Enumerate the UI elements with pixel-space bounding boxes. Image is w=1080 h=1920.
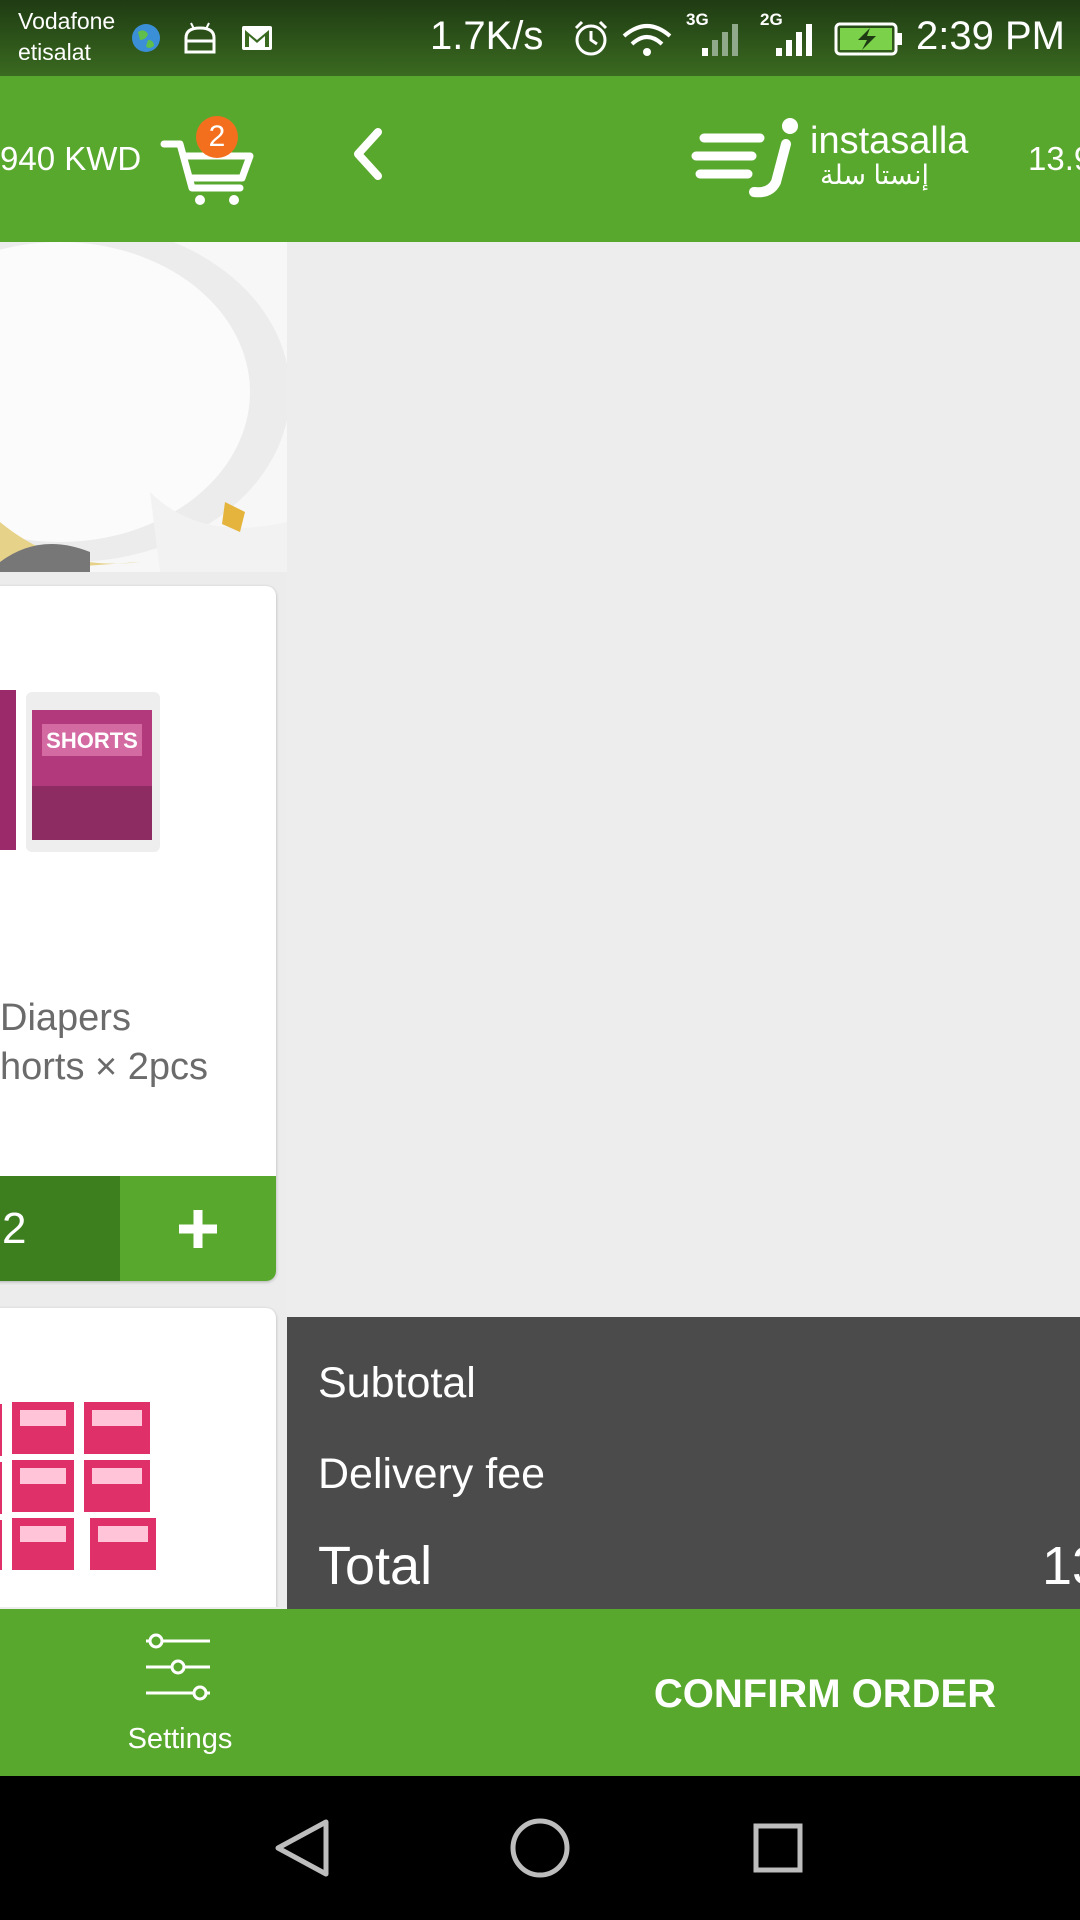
total-label: Total	[318, 1536, 433, 1596]
settings-button[interactable]: Settings	[100, 1631, 260, 1761]
product-list[interactable]: SHORTS Diapers horts × 2pcs 2	[0, 242, 287, 1607]
product-image-milk[interactable]	[0, 242, 287, 572]
logo-mark-icon	[691, 118, 798, 198]
android-icon	[184, 22, 216, 54]
product-name-line-1: Diapers	[0, 997, 131, 1039]
cart-total-right: 13.9	[1028, 140, 1080, 177]
product-image-shorts: SHORTS	[0, 690, 160, 852]
back-triangle-icon	[275, 1819, 329, 1877]
clock: 2:39 PM	[916, 14, 1065, 58]
nav-recents-button[interactable]	[742, 1812, 814, 1884]
nav-back-button[interactable]	[266, 1812, 338, 1884]
signal-icon	[702, 24, 738, 56]
product-card[interactable]: SHORTS Diapers horts × 2pcs 2	[0, 586, 276, 1281]
product-name: Diapers horts × 2pcs	[0, 994, 276, 1092]
net-speed: 1.7K/s	[430, 14, 544, 58]
cart-count-badge: 2	[196, 116, 238, 158]
carrier-2: etisalat	[18, 39, 91, 65]
quantity-value: 2	[0, 1176, 120, 1281]
product-name-line-2: horts × 2pcs	[0, 1046, 209, 1088]
battery-charging-icon	[834, 22, 902, 56]
bottom-action-bar: Settings CONFIRM ORDER	[0, 1609, 1080, 1776]
home-circle-icon	[510, 1818, 570, 1878]
order-summary: Subtotal Delivery fee Total 13	[287, 1317, 1080, 1631]
instasalla-logo: instasalla إنستا سلة	[690, 116, 970, 198]
back-button[interactable]	[340, 118, 400, 190]
logo-wordmark: instasalla	[810, 120, 969, 162]
product-card[interactable]	[0, 1308, 276, 1607]
recents-square-icon	[753, 1823, 803, 1873]
product-image-jelly	[0, 1402, 156, 1570]
settings-label: Settings	[127, 1723, 233, 1755]
confirm-order-button[interactable]: CONFIRM ORDER	[560, 1654, 1080, 1734]
product-brand-label: SHORTS	[46, 728, 138, 753]
subtotal-label: Subtotal	[318, 1359, 476, 1407]
chevron-left-icon	[354, 128, 382, 180]
alarm-icon	[574, 20, 608, 56]
cart-button[interactable]: 2	[160, 116, 260, 206]
delivery-fee-label: Delivery fee	[318, 1450, 546, 1498]
increase-quantity-button[interactable]	[120, 1176, 276, 1281]
total-value: 13	[1042, 1536, 1080, 1596]
wifi-icon	[622, 24, 672, 56]
app-header: 940 KWD 2 instasalla إنستا سلة 13.9	[0, 76, 1080, 242]
system-nav-bar	[0, 1776, 1080, 1920]
plus-icon	[179, 1210, 217, 1248]
logo-arabic-text: إنستا سلة	[820, 160, 930, 190]
cart-total-label: 940 KWD	[0, 140, 142, 177]
carrier-info: Vodafone etisalat	[18, 6, 115, 68]
milk-bowl-image	[0, 242, 287, 572]
quantity-stepper: 2	[0, 1176, 276, 1281]
carrier-1: Vodafone	[18, 8, 116, 34]
sliders-icon	[146, 1633, 210, 1701]
nav-home-button[interactable]	[504, 1812, 576, 1884]
status-bar: Vodafone etisalat 1.7K/s 3G 2G 2:39 PM	[0, 0, 1080, 76]
signal-icon	[776, 24, 812, 56]
globe-icon	[132, 24, 160, 52]
gmail-icon	[242, 26, 272, 50]
